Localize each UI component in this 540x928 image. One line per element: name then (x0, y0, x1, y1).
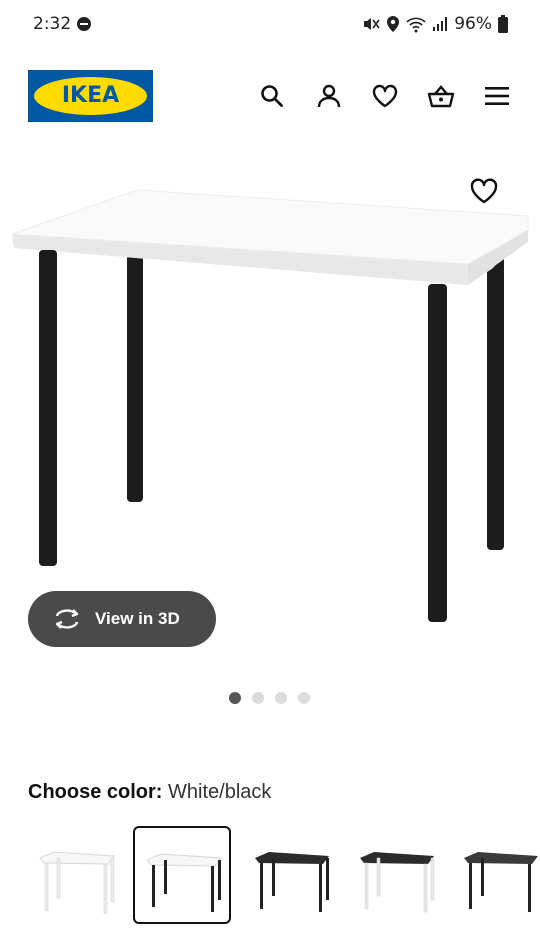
account-icon[interactable] (315, 82, 343, 110)
status-time: 2:32 (33, 14, 72, 34)
choose-color-label: Choose color: (28, 781, 163, 803)
view-in-3d-label: View in 3D (95, 609, 180, 628)
carousel-dot[interactable] (275, 692, 287, 704)
status-bar: 2:32 96% (0, 0, 540, 50)
color-selection-heading: Choose color: White/black (28, 781, 271, 804)
logo-text: IKEA (61, 83, 120, 108)
menu-icon[interactable] (483, 82, 511, 110)
color-swatch-white[interactable] (28, 826, 126, 924)
battery-icon (498, 15, 508, 33)
view-in-3d-button[interactable]: View in 3D (28, 591, 216, 647)
signal-icon (433, 17, 448, 31)
product-image[interactable] (0, 140, 540, 660)
wifi-icon (406, 17, 426, 33)
status-icons: 96% (362, 13, 508, 35)
battery-percent: 96% (454, 14, 492, 34)
color-swatch-black-brown-white[interactable] (348, 826, 446, 924)
image-carousel-dots (229, 692, 310, 704)
selected-color-value: White/black (168, 781, 272, 803)
mute-icon (364, 18, 380, 30)
product-favorite-heart-icon[interactable] (468, 176, 500, 208)
carousel-dot[interactable] (252, 692, 264, 704)
carousel-dot[interactable] (229, 692, 241, 704)
basket-icon[interactable] (427, 82, 455, 110)
carousel-dot[interactable] (298, 692, 310, 704)
rotate-3d-icon (55, 609, 79, 629)
logo-oval: IKEA (34, 77, 147, 115)
search-icon[interactable] (258, 82, 286, 110)
color-swatch-black-brown[interactable] (243, 826, 341, 924)
do-not-disturb-icon (77, 17, 91, 31)
ikea-logo[interactable]: IKEA (28, 70, 153, 122)
location-icon (387, 16, 400, 32)
color-swatch-dark-grey-black[interactable] (452, 826, 540, 924)
color-swatch-white-black[interactable] (133, 826, 231, 924)
site-header: IKEA (0, 68, 540, 124)
favorites-heart-icon[interactable] (371, 82, 399, 110)
color-swatches (28, 826, 540, 928)
